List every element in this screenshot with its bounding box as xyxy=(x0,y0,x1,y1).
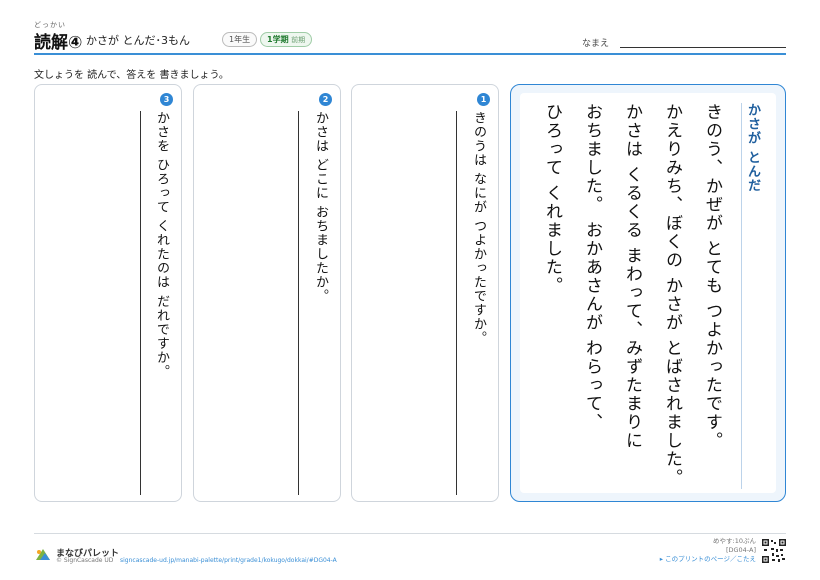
story-line: おちました。 おかあさんが わらって、 xyxy=(582,103,602,432)
page-title: 読解④ xyxy=(34,33,83,53)
qr-code-icon[interactable] xyxy=(762,539,786,563)
question-number-badge: 2 xyxy=(319,93,332,106)
grade-badge: 1年生 xyxy=(222,32,258,47)
print-code: [DG04-A] xyxy=(725,546,756,554)
question-text: かさを ひろって くれたのは だれですか。 xyxy=(154,111,169,379)
question-number-badge: 1 xyxy=(477,93,490,106)
answer-write-line[interactable] xyxy=(140,111,141,495)
instruction-text: 文しょうを 読んで、答えを 書きましょう。 xyxy=(34,70,229,81)
story-title: かさが とんだ xyxy=(745,103,760,193)
name-label: なまえ xyxy=(582,39,610,49)
answer-page-link[interactable]: ▸ このプリントのページ／こたえ xyxy=(660,555,756,564)
footer-meta: めやす:10ぷん [DG04-A] ▸ このプリントのページ／こたえ xyxy=(660,537,756,564)
question-text: きのうは なにが つよかったですか。 xyxy=(471,111,486,346)
answer-write-line[interactable] xyxy=(298,111,299,495)
page-subtitle: かさが とんだ･3もん xyxy=(86,34,190,47)
term-badge-main: 1学期 xyxy=(267,35,289,44)
question-text: かさは どこに おちましたか。 xyxy=(313,111,328,304)
story-panel: かさが とんだ きのう、かぜが とても つよかったです。 かえりみち、ぼくの か… xyxy=(520,93,776,493)
story-body: きのう、かぜが とても つよかったです。 かえりみち、ぼくの かさが とばされま… xyxy=(532,103,732,487)
story-card: かさが とんだ きのう、かぜが とても つよかったです。 かえりみち、ぼくの か… xyxy=(510,84,786,502)
term-badge: 1学期 前期 xyxy=(260,32,313,47)
copyright: © SignCascade UD xyxy=(56,557,114,564)
print-url-link[interactable]: signcascade-ud.jp/manabi-palette/print/g… xyxy=(120,557,337,564)
header-divider xyxy=(34,53,786,55)
story-line: きのう、かぜが とても つよかったです。 xyxy=(702,103,722,450)
question-number-badge: 3 xyxy=(160,93,173,106)
story-line: かえりみち、ぼくの かさが とばされました。 xyxy=(662,103,682,487)
story-line: ひろって くれました。 xyxy=(542,103,562,295)
header: どっかい 読解④ かさが とんだ･3もん 1年生 1学期 前期 なまえ xyxy=(34,20,786,54)
story-line: かさは くるくる まわって、みずたまりに xyxy=(622,103,642,450)
palette-logo-icon xyxy=(36,549,50,560)
name-write-line xyxy=(620,47,786,48)
question-card-1: 1 きのうは なにが つよかったですか。 xyxy=(351,84,499,502)
question-card-3: 3 かさを ひろって くれたのは だれですか。 xyxy=(34,84,182,502)
footer-divider xyxy=(34,533,786,534)
time-estimate: めやす:10ぷん xyxy=(713,537,756,545)
story-title-divider xyxy=(741,103,742,489)
question-card-2: 2 かさは どこに おちましたか。 xyxy=(193,84,341,502)
term-badge-sub: 前期 xyxy=(291,36,306,44)
answer-write-line[interactable] xyxy=(456,111,457,495)
